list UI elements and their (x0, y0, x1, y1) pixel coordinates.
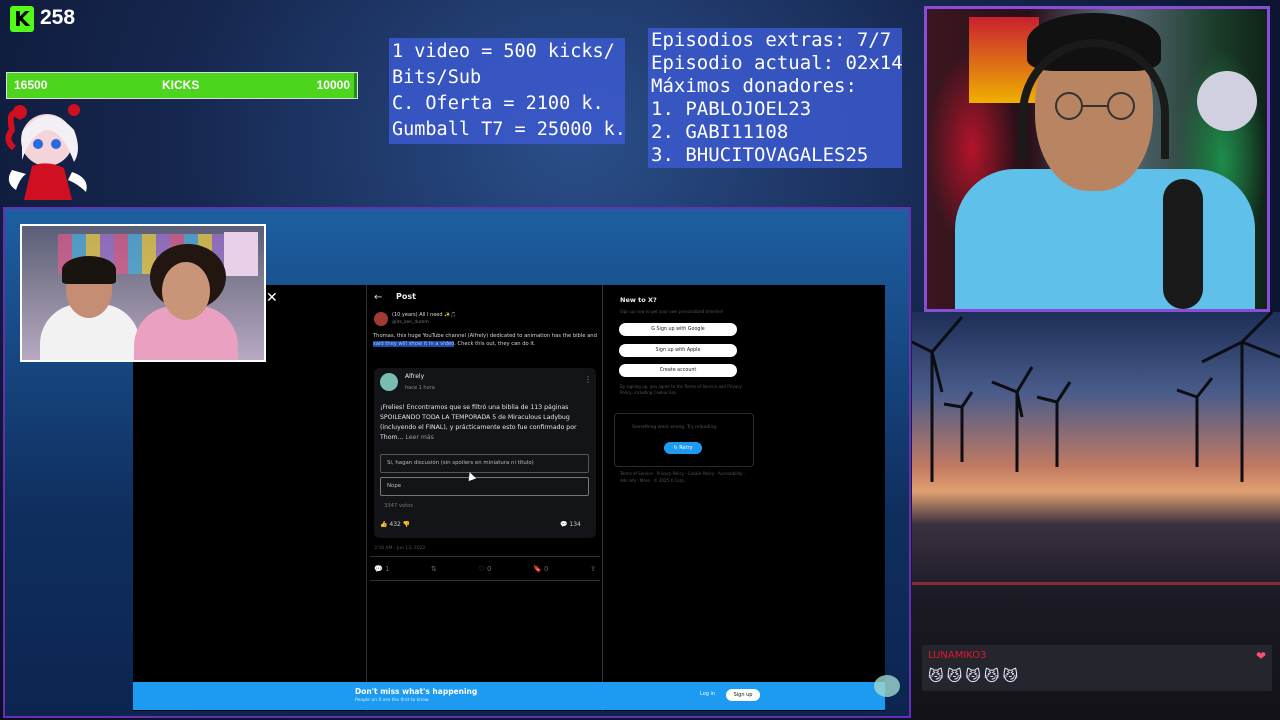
episodes-info-line: Episodio actual: 02x14 (651, 52, 903, 74)
back-arrow-icon[interactable]: ← (374, 292, 382, 303)
signup-banner (133, 682, 885, 710)
share-button[interactable]: ⇪ (590, 565, 596, 573)
divider (370, 580, 600, 581)
signup-title: New to X? (620, 296, 657, 304)
vote-count: 3347 votos (384, 503, 414, 509)
episodes-info-line: 3. BHUCITOVAGALES25 (651, 144, 869, 166)
post-timestamp: 3:56 AM · Jun 13, 2022 (374, 546, 426, 551)
apple-signup-button[interactable]: Sign up with Apple (619, 344, 737, 357)
kicks-info-line: Gumball T7 = 25000 k. (392, 119, 626, 140)
microphone-icon (1163, 179, 1203, 309)
read-more-link[interactable]: Leer más (405, 434, 434, 441)
terms-note: By signing up, you agree to the Terms of… (620, 384, 742, 395)
episodes-info-line: Episodios extras: 7/7 (651, 29, 892, 51)
bookmark-button[interactable]: 🔖 0 (533, 565, 548, 573)
guest-webcam (20, 224, 266, 362)
sticker-icon (874, 675, 900, 697)
like-dislike-buttons[interactable]: 👍 432 👎 (380, 521, 410, 528)
background-plush (1197, 71, 1257, 131)
goal-label: KICKS (162, 78, 200, 92)
kick-logo-icon: K (10, 6, 34, 32)
embedded-post-card[interactable] (374, 368, 596, 538)
kicks-info-line: 1 video = 500 kicks/ (392, 41, 615, 62)
episodes-info-line: 1. PABLOJOEL23 (651, 98, 812, 120)
column-divider (602, 285, 603, 711)
episodes-info-panel: Episodios extras: 7/7 Episodio actual: 0… (648, 28, 903, 168)
guest-face (162, 262, 210, 320)
avatar[interactable] (380, 373, 398, 391)
card-author[interactable]: Alfrely (405, 373, 424, 380)
streamer-webcam (924, 6, 1270, 312)
post-author[interactable]: (10 years) All I need ✨🎵 (392, 312, 457, 318)
post-text-part: Thomas, this huge YouTube channel (Alfre… (373, 333, 597, 339)
kicks-goal-bar: 16500 KICKS 10000 (6, 72, 358, 99)
login-button[interactable]: Log in (700, 691, 715, 697)
kicks-info-line: Bits/Sub (392, 67, 482, 88)
create-account-button[interactable]: Create account (619, 364, 737, 377)
like-button[interactable]: ♡ 0 (479, 565, 492, 573)
card-text: ¡Frelies! Encontramos que se filtró una … (380, 403, 590, 443)
goal-left-value: 16500 (14, 78, 48, 92)
error-message: Something went wrong. Try reloading. (632, 425, 718, 430)
footer-links[interactable]: Terms of Service · Privacy Policy · Cook… (620, 470, 750, 484)
trends-error-box (614, 413, 754, 467)
post-title: Post (396, 292, 416, 301)
banner-title: Don't miss what's happening (355, 687, 478, 696)
chat-emotes: 😼😼😼😼😼 (928, 667, 1022, 685)
post-text-link[interactable]: said they will show it in a video (373, 340, 455, 347)
kick-count: 258 (40, 6, 76, 29)
goal-right-value: 10000 (316, 78, 350, 92)
signup-button[interactable]: Sign up (726, 689, 760, 701)
column-divider (366, 285, 367, 711)
post-text-part: . Check this out, they can do it. (454, 340, 536, 347)
kicks-info-panel: 1 video = 500 kicks/ Bits/Sub C. Oferta … (389, 38, 626, 144)
post-handle[interactable]: @its_zen_dumm (392, 320, 429, 325)
avatar[interactable] (374, 312, 388, 326)
post-text: Thomas, this huge YouTube channel (Alfre… (373, 333, 597, 348)
chat-username: LUNAMIKO3 (928, 650, 987, 661)
divider (370, 556, 600, 557)
anime-mascot-image (5, 104, 87, 200)
reply-button[interactable]: 💬 1 (374, 565, 389, 573)
retry-button[interactable]: ↻ Retry (664, 442, 702, 454)
google-signup-button[interactable]: G Sign up with Google (619, 323, 737, 336)
card-time: hace 1 hora (405, 385, 435, 391)
background-poster (224, 232, 258, 276)
banner-subtitle: People on X are the first to know. (355, 698, 430, 703)
more-options-icon[interactable]: ⋮ (584, 375, 592, 384)
kicks-info-line: C. Oferta = 2100 k. (392, 93, 604, 114)
heart-icon: ❤ (1256, 649, 1267, 663)
repost-button[interactable]: ⇅ (431, 565, 437, 573)
post-action-bar: 💬 1 ⇅ ♡ 0 🔖 0 ⇪ (374, 565, 596, 573)
guest-hair (62, 256, 116, 284)
poll-option-yes[interactable]: Si, hagan discusión (sin spoilers en min… (380, 454, 589, 473)
signup-subtitle: Sign up now to get your own personalized… (620, 309, 724, 314)
comments-button[interactable]: 💬 134 (560, 521, 581, 528)
poll-option-no[interactable]: Nope (380, 477, 589, 496)
close-icon[interactable]: ✕ (266, 290, 278, 306)
episodes-info-line: 2. GABI11108 (651, 121, 789, 143)
episodes-info-line: Máximos donadores: (651, 75, 857, 97)
